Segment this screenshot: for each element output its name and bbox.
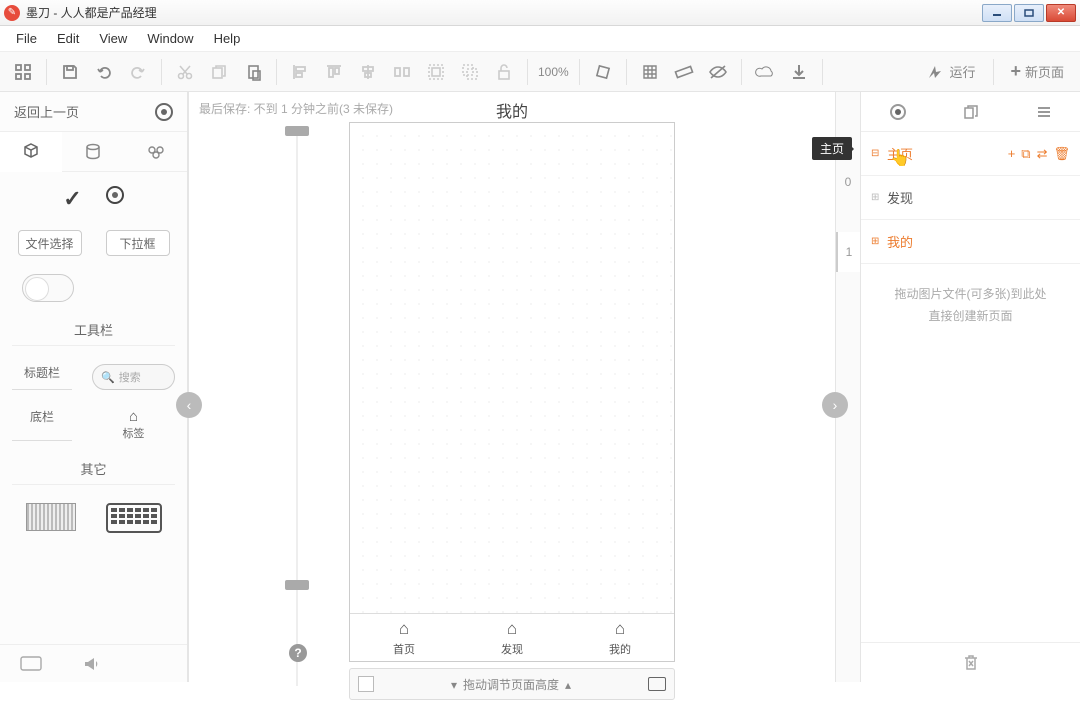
right-panel: ⊟ 主页 + ⧉ ⇄ 🗑 ⊞ 发现 ⊞ 我的 拖动图片文件(可多张)到此处 直接…	[860, 92, 1080, 682]
device-tab-discover[interactable]: ⌂发现	[458, 614, 566, 661]
back-link[interactable]: 返回上一页	[14, 102, 155, 121]
ruler-track	[296, 126, 298, 686]
paste-icon[interactable]	[236, 55, 270, 89]
canvas-area[interactable]: 最后保存: 不到 1 分钟之前(3 未保存) 我的 ? ‹ › ⌂首页 ⌂发现 …	[188, 92, 836, 682]
menu-file[interactable]: File	[6, 31, 47, 46]
page-item-mine[interactable]: ⊞ 我的	[861, 220, 1080, 264]
save-status: 最后保存: 不到 1 分钟之前(3 未保存)	[199, 100, 393, 117]
pages-tab-target[interactable]	[861, 104, 934, 120]
trash-icon[interactable]	[962, 653, 980, 673]
align-center-icon[interactable]	[351, 55, 385, 89]
window-title: 墨刀 - 人人都是产品经理	[26, 4, 157, 21]
device-frame[interactable]: ⌂首页 ⌂发现 ⌂我的	[349, 122, 675, 662]
checkbox[interactable]	[358, 676, 374, 692]
ruler-icon[interactable]	[667, 55, 701, 89]
device-tab-home[interactable]: ⌂首页	[350, 614, 458, 661]
main-toolbar: 100% 运行 + 新页面	[0, 52, 1080, 92]
state-strip: 0 1	[836, 92, 860, 682]
page-add-icon[interactable]: +	[1008, 146, 1016, 162]
toggle-widget[interactable]	[22, 274, 74, 302]
search-widget[interactable]: 🔍搜索	[92, 364, 175, 390]
icons-tab[interactable]	[125, 132, 187, 171]
device-tab-mine[interactable]: ⌂我的	[566, 614, 674, 661]
footbar-widget-label[interactable]: 底栏	[12, 408, 72, 441]
state-0[interactable]: 0	[845, 162, 852, 202]
page-swap-icon[interactable]: ⇄	[1037, 146, 1048, 162]
radio-widget[interactable]	[106, 186, 124, 204]
close-button[interactable]: ✕	[1046, 4, 1076, 22]
carousel-widget[interactable]	[26, 503, 76, 531]
lock-icon[interactable]	[487, 55, 521, 89]
run-label: 运行	[949, 62, 975, 81]
page-tooltip: 主页	[812, 137, 852, 160]
menu-help[interactable]: Help	[204, 31, 251, 46]
download-icon[interactable]	[782, 55, 816, 89]
page-item-home[interactable]: ⊟ 主页 + ⧉ ⇄ 🗑	[861, 132, 1080, 176]
visibility-icon[interactable]	[701, 55, 735, 89]
dropdown-widget[interactable]: 下拉框	[106, 230, 170, 256]
toolbar-section-label: 工具栏	[12, 320, 175, 346]
copy-icon[interactable]	[202, 55, 236, 89]
ruler-handle-top[interactable]	[285, 126, 309, 136]
menubar: File Edit View Window Help	[0, 26, 1080, 52]
save-icon[interactable]	[53, 55, 87, 89]
canvas-page-title: 我的	[496, 98, 528, 122]
help-icon[interactable]: ?	[289, 644, 307, 662]
maximize-button[interactable]	[1014, 4, 1044, 22]
page-copy-icon[interactable]: ⧉	[1021, 146, 1030, 162]
state-1[interactable]: 1	[836, 232, 860, 272]
titlebar-widget-label[interactable]: 标题栏	[12, 364, 72, 390]
target-icon[interactable]	[155, 103, 173, 121]
components-tab[interactable]	[0, 132, 62, 172]
assets-tab[interactable]	[62, 132, 124, 171]
pages-tab-copy[interactable]	[934, 104, 1007, 120]
file-select-widget[interactable]: 文件选择	[18, 230, 82, 256]
menu-window[interactable]: Window	[137, 31, 203, 46]
drop-zone[interactable]: 拖动图片文件(可多张)到此处 直接创建新页面	[861, 264, 1080, 347]
image-icon[interactable]	[648, 677, 666, 691]
redo-icon[interactable]	[121, 55, 155, 89]
minimize-button[interactable]	[982, 4, 1012, 22]
ungroup-icon[interactable]	[453, 55, 487, 89]
device-canvas[interactable]	[350, 123, 674, 613]
window-titlebar: ✎ 墨刀 - 人人都是产品经理 ✕	[0, 0, 1080, 26]
pages-tab-menu[interactable]	[1007, 105, 1080, 119]
new-page-button[interactable]: + 新页面	[1000, 61, 1074, 82]
zoom-level[interactable]: 100%	[534, 55, 573, 89]
grid-icon[interactable]	[633, 55, 667, 89]
page-delete-icon[interactable]: 🗑	[1053, 146, 1070, 162]
keyboard-widget[interactable]	[106, 503, 162, 533]
tab-widget[interactable]: ⌂标签	[92, 408, 175, 441]
rotate-icon[interactable]	[586, 55, 620, 89]
announce-icon[interactable]	[82, 655, 102, 673]
menu-edit[interactable]: Edit	[47, 31, 89, 46]
widgets-icon[interactable]	[6, 55, 40, 89]
other-section-label: 其它	[12, 459, 175, 485]
undo-icon[interactable]	[87, 55, 121, 89]
next-page-button[interactable]: ›	[822, 392, 848, 418]
ruler-handle-bottom[interactable]	[285, 580, 309, 590]
check-widget[interactable]: ✓	[63, 186, 81, 212]
prev-page-button[interactable]: ‹	[176, 392, 202, 418]
menu-view[interactable]: View	[89, 31, 137, 46]
keyboard-icon[interactable]	[20, 656, 42, 672]
left-panel: 返回上一页 ✓ 文件选择 下拉框 工具栏 标题栏 🔍搜索	[0, 92, 188, 682]
distribute-icon[interactable]	[385, 55, 419, 89]
align-left-icon[interactable]	[283, 55, 317, 89]
height-adjust-bar[interactable]: ▾拖动调节页面高度▴	[349, 668, 675, 700]
device-tabbar: ⌂首页 ⌂发现 ⌂我的	[350, 613, 674, 661]
run-button[interactable]: 运行	[915, 62, 987, 81]
page-item-discover[interactable]: ⊞ 发现	[861, 176, 1080, 220]
align-top-icon[interactable]	[317, 55, 351, 89]
cloud-icon[interactable]	[748, 55, 782, 89]
group-icon[interactable]	[419, 55, 453, 89]
new-page-label: 新页面	[1025, 62, 1064, 81]
app-icon: ✎	[4, 5, 20, 21]
cut-icon[interactable]	[168, 55, 202, 89]
